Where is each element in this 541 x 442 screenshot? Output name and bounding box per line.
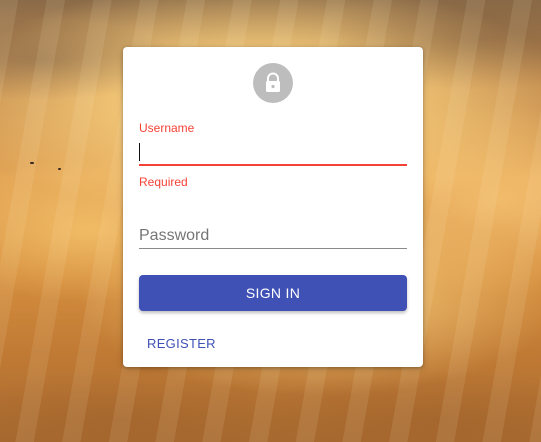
text-cursor — [139, 143, 140, 161]
lock-avatar — [253, 63, 293, 103]
register-button[interactable]: REGISTER — [139, 329, 224, 357]
username-field: Username Required — [139, 119, 407, 189]
username-helper-text: Required — [139, 175, 188, 189]
bird-silhouette — [58, 168, 61, 170]
login-card: Username Required SIGN IN REGISTER — [123, 47, 423, 367]
bird-silhouette — [30, 162, 34, 164]
password-underline — [139, 248, 407, 249]
lock-icon — [266, 72, 280, 92]
sign-in-button[interactable]: SIGN IN — [139, 275, 407, 311]
username-underline — [139, 164, 407, 166]
username-label: Username — [139, 121, 195, 135]
username-input[interactable] — [139, 141, 407, 163]
password-input[interactable] — [139, 225, 407, 247]
password-field — [139, 223, 407, 253]
